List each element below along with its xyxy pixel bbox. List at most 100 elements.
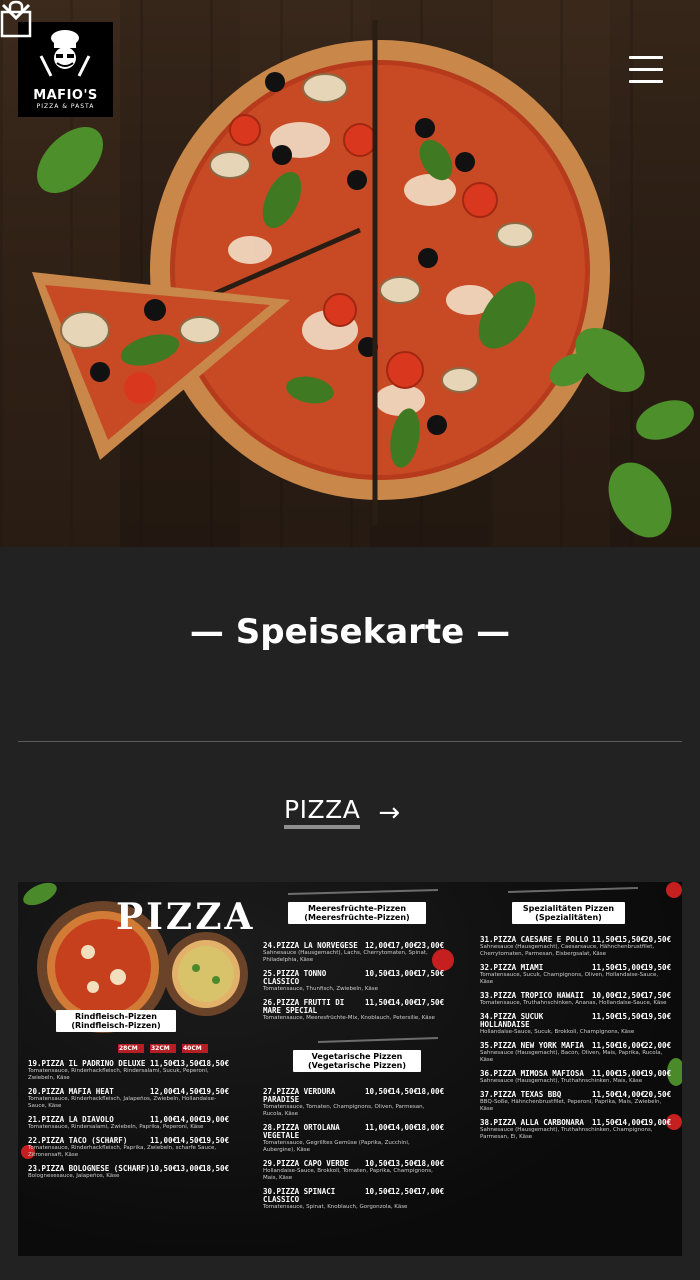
menu-column-2b: 27.PIZZA VERDURA PARADISE 10,50€ 14,50€ 18,… xyxy=(263,1087,445,1217)
chevron-down-icon[interactable] xyxy=(0,0,32,22)
menu-item-name-row: 22.PIZZA TACO (SCHARF) 11,00€ 14,50€ 19,50€ xyxy=(28,1136,230,1145)
menu-item-price: 15,50€ xyxy=(618,935,646,944)
menu-item-name: 23.PIZZA BOLOGNESE (SCHARF) xyxy=(28,1164,150,1173)
menu-item-name: 19.PIZZA IL PADRINO DELUXE xyxy=(28,1059,146,1068)
menu-item-price: 17,50€ xyxy=(417,998,445,1007)
menu-item-description: Bolognesesauce, Jalapeños, Käse xyxy=(28,1173,120,1179)
menu-item-name-row: 28.PIZZA ORTOLANA VEGETALE 11,00€ 14,00€ 18… xyxy=(263,1123,444,1140)
menu-item-price: 11,50€ xyxy=(592,1041,620,1050)
menu-item-price: 11,00€ xyxy=(592,1069,620,1078)
menu-item-description: Sahnesauce (Hausgemacht), Lachs, Cherryt… xyxy=(263,950,428,963)
menu-item-name: 21.PIZZA LA DIAVOLO xyxy=(28,1115,114,1124)
menu-item-description: Tomatensauce, Tomaten, Champignons, Oliv… xyxy=(263,1104,425,1117)
menu-item: 19.PIZZA IL PADRINO DELUXE 11,50€ 13,50€ 18… xyxy=(28,1059,230,1082)
menu-item-price: 10,50€ xyxy=(150,1164,178,1173)
menu-item-name-row: 37.PIZZA TEXAS BBQ 11,50€ 14,00€ 20,50€ xyxy=(480,1090,672,1099)
menu-item: 28.PIZZA ORTOLANA VEGETALE 11,00€ 14,00€ 18… xyxy=(263,1123,444,1154)
pizza-menu-board-image[interactable]: PIZZA 28CM 32CM 40CM Rindfleisch-Pizzen … xyxy=(18,882,682,1256)
menu-item-name-row: 36.PIZZA MIMOSA MAFIOSA 11,00€ 15,00€ 19,00… xyxy=(480,1069,671,1078)
menu-item-price: 10,50€ xyxy=(365,1159,393,1168)
section-title: — Speisekarte — xyxy=(189,612,511,652)
menu-item-price: 11,00€ xyxy=(150,1136,178,1145)
menu-item-name-row: 30.PIZZA SPINACI CLASSICO 10,50€ 12,50€ 17,… xyxy=(263,1187,444,1204)
menu-item-name-row: 38.PIZZA ALLA CARBONARA 11,50€ 14,00€ 19,00… xyxy=(480,1118,672,1127)
menu-item-name: 33.PIZZA TROPICO HAWAII xyxy=(480,991,584,1000)
menu-item-price: 15,50€ xyxy=(618,1012,646,1021)
menu-item-price: 11,50€ xyxy=(592,1090,620,1099)
category-link-pizza[interactable]: PIZZA → xyxy=(284,796,400,829)
menu-item-price: 10,50€ xyxy=(365,1087,393,1096)
menu-item-name: 31.PIZZA CAESARE E POLLO xyxy=(480,935,589,944)
size-label: 28CM xyxy=(119,1045,138,1052)
menu-item-description: Tomatensauce, Spinat, Knoblauch, Gorgonz… xyxy=(263,1204,408,1210)
menu-item-price: 18,50€ xyxy=(202,1059,230,1068)
menu-item-name: 27.PIZZA VERDURA PARADISE xyxy=(263,1087,336,1104)
menu-item-name: 20.PIZZA MAFIA HEAT xyxy=(28,1087,114,1096)
menu-item-price: 17,50€ xyxy=(644,991,672,1000)
menu-item-price: 11,50€ xyxy=(592,935,620,944)
menu-column-2: 24.PIZZA LA NORVEGESE 12,00€ 17,00€ 23,00€ S… xyxy=(263,941,445,1028)
menu-item-price: 13,50€ xyxy=(176,1059,204,1068)
menu-item-description: Hollandaise-Sauce, Sucuk, Brokkoli, Cham… xyxy=(480,1029,635,1035)
menu-item-name-row: 33.PIZZA TROPICO HAWAII 10,00€ 12,50€ 17,50… xyxy=(480,991,672,1000)
menu-item-name-row: 27.PIZZA VERDURA PARADISE 10,50€ 14,50€ 18,… xyxy=(263,1087,445,1104)
menu-item-price: 14,50€ xyxy=(176,1087,204,1096)
hero-image: MAFIO'S PIZZA & PASTA xyxy=(0,0,700,547)
menu-item-price: 20,50€ xyxy=(644,935,672,944)
menu-item-price: 11,00€ xyxy=(365,1123,393,1132)
menu-item-description: Tomatensauce, Truthahnschinken, Ananas, … xyxy=(480,1000,667,1006)
menu-item-name-row: 21.PIZZA LA DIAVOLO 11,00€ 14,00€ 19,00€ xyxy=(28,1115,229,1124)
category-caption-special: Spezialitäten Pizzen (Spezialitäten) xyxy=(512,902,625,924)
menu-item: 31.PIZZA CAESARE E POLLO 11,50€ 15,50€ 20,5… xyxy=(480,935,672,958)
category-label: PIZZA xyxy=(284,796,361,829)
menu-item-description: Tomatensauce, Thunfisch, Zwiebeln, Käse xyxy=(263,986,379,992)
menu-item-name: 30.PIZZA SPINACI CLASSICO xyxy=(263,1187,336,1204)
menu-item-name-row: 31.PIZZA CAESARE E POLLO 11,50€ 15,50€ 20,5… xyxy=(480,935,672,944)
menu-item-name: 34.PIZZA SUCUK HOLLANDAISE xyxy=(480,1012,544,1029)
menu-item-name-row: 23.PIZZA BOLOGNESE (SCHARF) 10,50€ 13,00€ 1… xyxy=(28,1164,229,1173)
menu-item-name-row: 35.PIZZA NEW YORK MAFIA 11,50€ 16,00€ 22,00… xyxy=(480,1041,671,1050)
menu-item-price: 11,00€ xyxy=(150,1115,178,1124)
menu-item: 32.PIZZA MIAMI 11,50€ 15,00€ 19,50€ Tomatens… xyxy=(480,964,671,986)
menu-item: 24.PIZZA LA NORVEGESE 12,00€ 17,00€ 23,00€ S… xyxy=(263,941,445,964)
menu-item: 25.PIZZA TONNO CLASSICO 10,50€ 13,00€ 17,50… xyxy=(263,969,444,993)
menu-item-name-row: 24.PIZZA LA NORVEGESE 12,00€ 17,00€ 23,00€ xyxy=(263,941,445,950)
menu-item-price: 19,50€ xyxy=(202,1136,230,1145)
menu-item-description: Hollandaise-Sauce, Brokkoli, Tomaten, Pa… xyxy=(263,1168,433,1181)
menu-item-price: 23,00€ xyxy=(417,941,445,950)
menu-item: 30.PIZZA SPINACI CLASSICO 10,50€ 12,50€ 17,… xyxy=(263,1187,444,1211)
menu-item-description: BBQ-Soße, Hähnchenbrustfilet, Peperoni, … xyxy=(480,1099,662,1112)
brand-logo[interactable]: MAFIO'S PIZZA & PASTA xyxy=(18,22,113,117)
menu-item-price: 10,00€ xyxy=(592,991,620,1000)
chef-mascot-icon xyxy=(39,30,91,77)
menu-item-price: 12,50€ xyxy=(618,991,646,1000)
menu-item-price: 11,50€ xyxy=(592,1118,620,1127)
menu-item-price: 13,50€ xyxy=(391,1159,419,1168)
menu-item-price: 10,50€ xyxy=(365,969,393,978)
menu-item-price: 16,00€ xyxy=(618,1041,646,1050)
size-label: 40CM xyxy=(183,1045,202,1052)
menu-item: 21.PIZZA LA DIAVOLO 11,00€ 14,00€ 19,00€ Tom… xyxy=(28,1115,229,1131)
menu-item-price: 15,00€ xyxy=(618,1069,646,1078)
menu-item-price: 17,00€ xyxy=(391,941,419,950)
menu-item-name-row: 25.PIZZA TONNO CLASSICO 10,50€ 13,00€ 17,50… xyxy=(263,969,444,986)
category-caption-beef: Rindfleisch-Pizzen (Rindfleisch-Pizzen) xyxy=(56,1010,176,1032)
menu-item: 29.PIZZA CAPO VERDE 10,50€ 13,50€ 18,00€ Hol… xyxy=(263,1159,444,1182)
menu-item-name: 37.PIZZA TEXAS BBQ xyxy=(480,1090,562,1099)
menu-item: 34.PIZZA SUCUK HOLLANDAISE 11,50€ 15,50€ 19… xyxy=(480,1012,671,1036)
menu-item-name: 25.PIZZA TONNO CLASSICO xyxy=(263,969,327,986)
menu-item-description: Sahnesauce (Hausgemacht), Truthahnschink… xyxy=(480,1078,643,1084)
menu-item: 22.PIZZA TACO (SCHARF) 11,00€ 14,50€ 19,50€… xyxy=(28,1136,230,1159)
menu-item-price: 20,50€ xyxy=(644,1090,672,1099)
menu-item-price: 19,00€ xyxy=(644,1118,672,1127)
menu-item-price: 18,00€ xyxy=(417,1087,445,1096)
section-divider xyxy=(18,741,682,742)
menu-item-description: Tomatensauce, Rinderhackfleisch, Rinders… xyxy=(28,1068,209,1081)
menu-item-price: 12,00€ xyxy=(365,941,393,950)
menu-item-description: Sahnesauce (Hausgemacht), Caesarsauce, H… xyxy=(480,944,655,957)
menu-item-description: Tomatensauce, Gegrilltes Gemüse (Paprika… xyxy=(263,1140,410,1153)
menu-item-price: 14,00€ xyxy=(391,1123,419,1132)
hamburger-menu-icon[interactable] xyxy=(629,56,663,86)
menu-item-price: 19,50€ xyxy=(202,1087,230,1096)
menu-item-price: 14,00€ xyxy=(618,1090,646,1099)
